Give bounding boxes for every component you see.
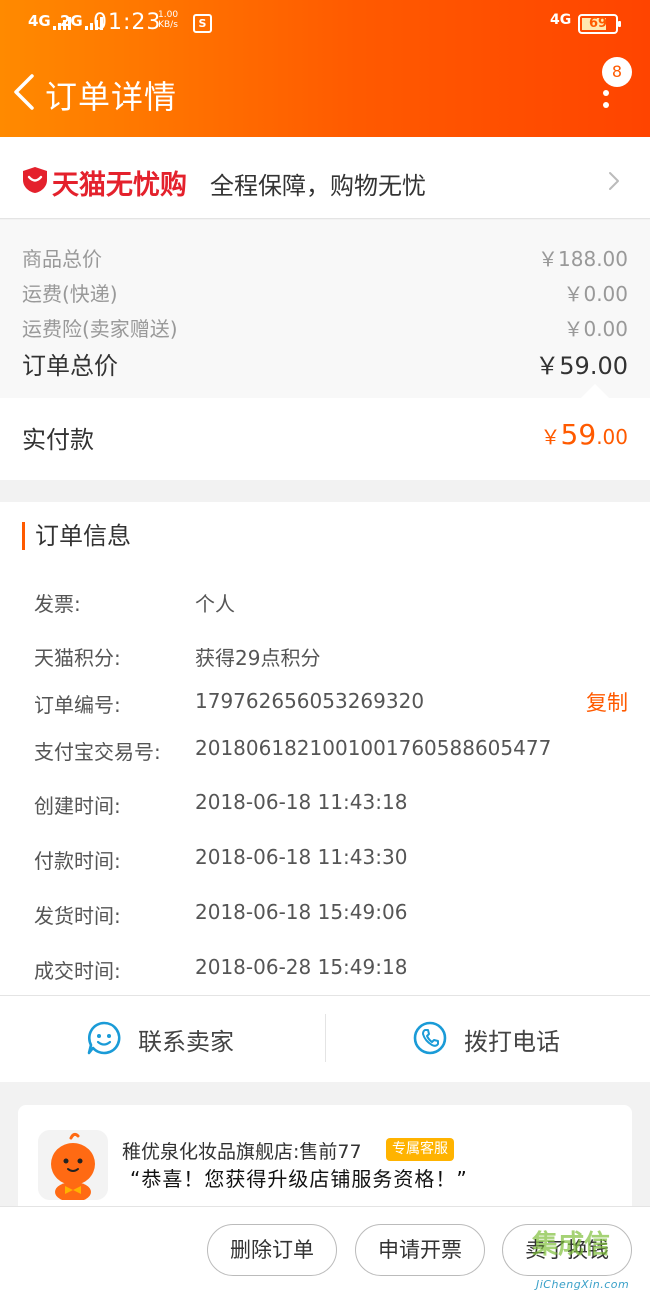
battery-icon: 69 <box>578 14 621 34</box>
info-key: 发货时间: <box>34 904 121 928</box>
copy-order-number-button[interactable]: 复制 <box>586 687 628 717</box>
paid-decimal: .00 <box>596 425 628 449</box>
message-count-badge[interactable]: 8 <box>602 57 632 87</box>
info-key: 天猫积分: <box>34 646 121 670</box>
info-key: 付款时间: <box>34 849 121 873</box>
mascot-icon <box>38 1130 108 1200</box>
shop-name: 稚优泉化妆品旗舰店:售前77 <box>122 1141 362 1163</box>
contact-seller-label: 联系卖家 <box>138 1028 234 1056</box>
back-arrow-icon[interactable] <box>10 72 40 112</box>
call-phone-button[interactable]: 拨打电话 <box>412 1018 612 1058</box>
tmall-shield-icon <box>23 167 47 193</box>
exclusive-service-tag: 专属客服 <box>386 1138 454 1161</box>
watermark-logo: 集成信 <box>532 1230 611 1260</box>
sim-icon: S <box>193 14 212 33</box>
paid-row: 实付款 ￥59.00 <box>0 398 650 480</box>
watermark-url: JiChengXin.com <box>536 1278 630 1291</box>
contact-seller-button[interactable]: 联系卖家 <box>86 1018 286 1058</box>
net-speed-value: 1.00 <box>158 10 179 20</box>
price-label: 运费(快递) <box>22 282 118 306</box>
price-value: ￥188.00 <box>538 247 628 271</box>
net-speed-unit: KB/s <box>158 20 178 30</box>
info-value: 2018-06-18 11:43:18 <box>195 790 408 814</box>
info-value: 2018-06-18 15:49:06 <box>195 900 408 924</box>
header-bar: 4G 2G 01:23 1.00 KB/s S 4G 69 订单详情 8 <box>0 0 650 137</box>
network-type-right: 4G <box>550 12 572 28</box>
status-bar: 4G 2G 01:23 1.00 KB/s S 4G 69 <box>0 0 650 48</box>
price-label: 商品总价 <box>22 247 102 271</box>
order-info-title: 订单信息 <box>22 522 131 550</box>
order-total-label: 订单总价 <box>22 352 118 380</box>
info-value: 个人 <box>195 592 235 616</box>
guarantee-slogan: 全程保障，购物无忧 <box>210 172 426 200</box>
order-total-value: ￥59.00 <box>535 352 628 380</box>
chat-bubble-icon <box>87 1021 121 1055</box>
info-key: 发票: <box>34 592 81 616</box>
info-value: 2018-06-28 15:49:18 <box>195 955 408 979</box>
info-key: 支付宝交易号: <box>34 740 161 764</box>
info-value: 获得29点积分 <box>195 646 321 670</box>
page-title: 订单详情 <box>45 78 178 116</box>
price-value: ￥0.00 <box>563 317 628 341</box>
price-label: 运费险(卖家赠送) <box>22 317 178 341</box>
info-value: 2018-06-18 11:43:30 <box>195 845 408 869</box>
info-key: 订单编号: <box>34 693 121 717</box>
request-invoice-button[interactable]: 申请开票 <box>355 1224 485 1276</box>
net-speed: 1.00 KB/s <box>158 10 178 30</box>
paid-value: ￥59.00 <box>541 418 628 451</box>
delete-order-button[interactable]: 删除订单 <box>207 1224 337 1276</box>
paid-label: 实付款 <box>22 426 94 454</box>
contact-divider <box>325 1014 326 1062</box>
network-type-1: 4G <box>28 12 51 30</box>
battery-level: 69 <box>588 16 608 31</box>
site-watermark: 集成信 JiChengXin.com <box>532 1224 650 1296</box>
paid-integer: 59 <box>560 418 597 451</box>
price-value: ￥0.00 <box>563 282 628 306</box>
more-menu-icon[interactable] <box>603 90 611 110</box>
phone-icon <box>413 1021 447 1055</box>
clock: 01:23 <box>93 10 162 35</box>
service-message: “恭喜！您获得升级店铺服务资格！” <box>130 1167 468 1191</box>
info-key: 创建时间: <box>34 794 121 818</box>
info-key: 成交时间: <box>34 959 121 983</box>
chevron-right-icon[interactable] <box>606 170 622 192</box>
service-avatar <box>38 1130 108 1200</box>
info-value: 179762656053269320 <box>195 689 425 713</box>
info-value: 2018061821001001760588605477 <box>195 736 552 760</box>
guarantee-brand: 天猫无忧购 <box>52 170 187 201</box>
paid-currency: ￥ <box>540 425 561 449</box>
call-phone-label: 拨打电话 <box>464 1028 560 1056</box>
network-type-2: 2G <box>60 12 83 30</box>
pointer-notch <box>581 384 609 398</box>
